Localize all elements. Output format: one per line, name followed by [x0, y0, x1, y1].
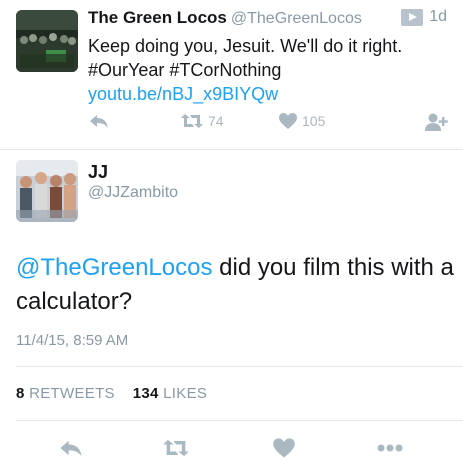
more-options-icon — [377, 444, 403, 452]
retweet-icon — [181, 114, 203, 128]
tweet-top-text: Keep doing you, Jesuit. We'll do it righ… — [88, 34, 448, 106]
reply-button[interactable] — [88, 112, 110, 130]
retweets-stat-label: RETWEETS — [29, 385, 115, 402]
video-icon — [401, 8, 424, 26]
likes-stat-count: 134 — [132, 385, 159, 402]
tweet-top-handle[interactable]: @TheGreenLocos — [231, 10, 362, 27]
tweet-main-timestamp: 11/4/15, 8:59 AM — [16, 332, 129, 349]
add-user-icon — [425, 113, 448, 131]
heart-icon — [273, 438, 295, 458]
more-button[interactable] — [376, 437, 404, 459]
tweet-top-link[interactable]: youtu.be/nBJ_x9BIYQw — [88, 84, 278, 104]
tweet-main-text: @TheGreenLocos did you film this with a … — [16, 251, 456, 319]
retweet-count: 74 — [208, 113, 224, 129]
follow-button[interactable] — [424, 112, 448, 132]
retweets-stat[interactable]: 8 RETWEETS — [16, 385, 115, 402]
tweet-main-mention[interactable]: @TheGreenLocos — [16, 254, 212, 281]
avatar-jj[interactable] — [16, 160, 78, 222]
tweet-main-name[interactable]: JJ — [88, 162, 108, 183]
retweet-button-main[interactable] — [162, 437, 190, 459]
like-button[interactable]: 105 — [278, 112, 325, 130]
heart-icon — [279, 113, 297, 129]
tweet-top-time-group: 1d — [401, 8, 447, 26]
like-count: 105 — [302, 113, 326, 129]
tweet-main-handle[interactable]: @JJZambito — [88, 184, 178, 202]
tweet-main-actions — [0, 434, 463, 464]
retweets-stat-count: 8 — [16, 385, 25, 402]
divider-bottom — [16, 420, 463, 421]
tweet-top-time: 1d — [429, 8, 447, 25]
divider-top — [16, 366, 463, 367]
tweet-main-stats: 8 RETWEETS 134 LIKES — [16, 385, 207, 402]
reply-icon — [90, 115, 108, 128]
retweet-button[interactable]: 74 — [180, 112, 224, 130]
tweet-top-name[interactable]: The Green Locos — [88, 8, 227, 27]
avatar-green-locos[interactable] — [16, 10, 78, 72]
tweet-top[interactable]: The Green Locos @TheGreenLocos 1d Keep do… — [0, 0, 463, 150]
tweet-top-text-plain: Keep doing you, Jesuit. We'll do it righ… — [88, 36, 403, 80]
likes-stat-label: LIKES — [163, 385, 208, 402]
like-button-main[interactable] — [272, 437, 296, 459]
tweet-top-actions: 74 105 — [88, 112, 458, 134]
likes-stat[interactable]: 134 LIKES — [133, 385, 207, 402]
retweet-icon — [163, 439, 189, 457]
reply-button-main[interactable] — [58, 437, 84, 459]
reply-icon — [60, 440, 82, 457]
tweet-top-header: The Green Locos @TheGreenLocos — [88, 8, 362, 28]
